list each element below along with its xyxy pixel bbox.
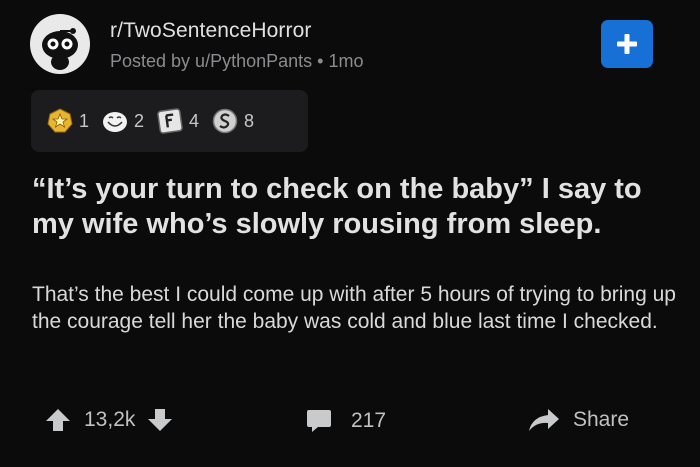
- ghost-avatar-icon: [42, 28, 78, 70]
- comment-count: 217: [351, 409, 387, 432]
- share-arrow-icon: [529, 409, 559, 431]
- award-gold[interactable]: 1: [47, 108, 89, 134]
- wholesome-award-icon: [103, 112, 128, 132]
- award-count: 4: [189, 110, 200, 131]
- press-f-award-icon: [157, 108, 183, 134]
- silver-award-icon: [212, 108, 238, 134]
- post-meta: Posted by u/PythonPants • 1mo: [110, 51, 363, 72]
- post-title: “It’s your turn to check on the baby” I …: [32, 173, 642, 240]
- score: 13,2k: [84, 408, 136, 431]
- downvote-arrow-icon[interactable]: [147, 408, 173, 432]
- award-count: 8: [244, 110, 255, 131]
- post-page: r/TwoSentenceHorror Posted by u/PythonPa…: [0, 0, 700, 467]
- post-author[interactable]: Posted by u/PythonPants: [110, 51, 312, 71]
- award-silver[interactable]: 8: [212, 108, 254, 134]
- award-count: 1: [79, 110, 90, 131]
- share-label: Share: [573, 408, 630, 431]
- subreddit-avatar[interactable]: [30, 14, 90, 74]
- awards-bar[interactable]: 1 2 4 8: [31, 90, 308, 152]
- subreddit-name[interactable]: r/TwoSentenceHorror: [110, 19, 311, 43]
- meta-separator: •: [317, 51, 324, 71]
- award-press-f[interactable]: 4: [157, 108, 199, 134]
- post-age: 1mo: [328, 51, 364, 71]
- vote-bar: 13,2k: [45, 408, 173, 432]
- join-button[interactable]: [601, 20, 653, 68]
- gold-star-award-icon: [47, 108, 73, 133]
- award-count: 2: [134, 110, 145, 131]
- share-button[interactable]: Share: [528, 408, 629, 432]
- upvote-arrow-icon[interactable]: [45, 408, 71, 432]
- comments-button[interactable]: 217: [306, 408, 386, 434]
- post-body: That’s the best I could come up with aft…: [32, 283, 676, 333]
- award-wholesome[interactable]: 2: [102, 108, 144, 134]
- plus-icon: [617, 34, 637, 54]
- comment-bubble-icon: [307, 410, 331, 432]
